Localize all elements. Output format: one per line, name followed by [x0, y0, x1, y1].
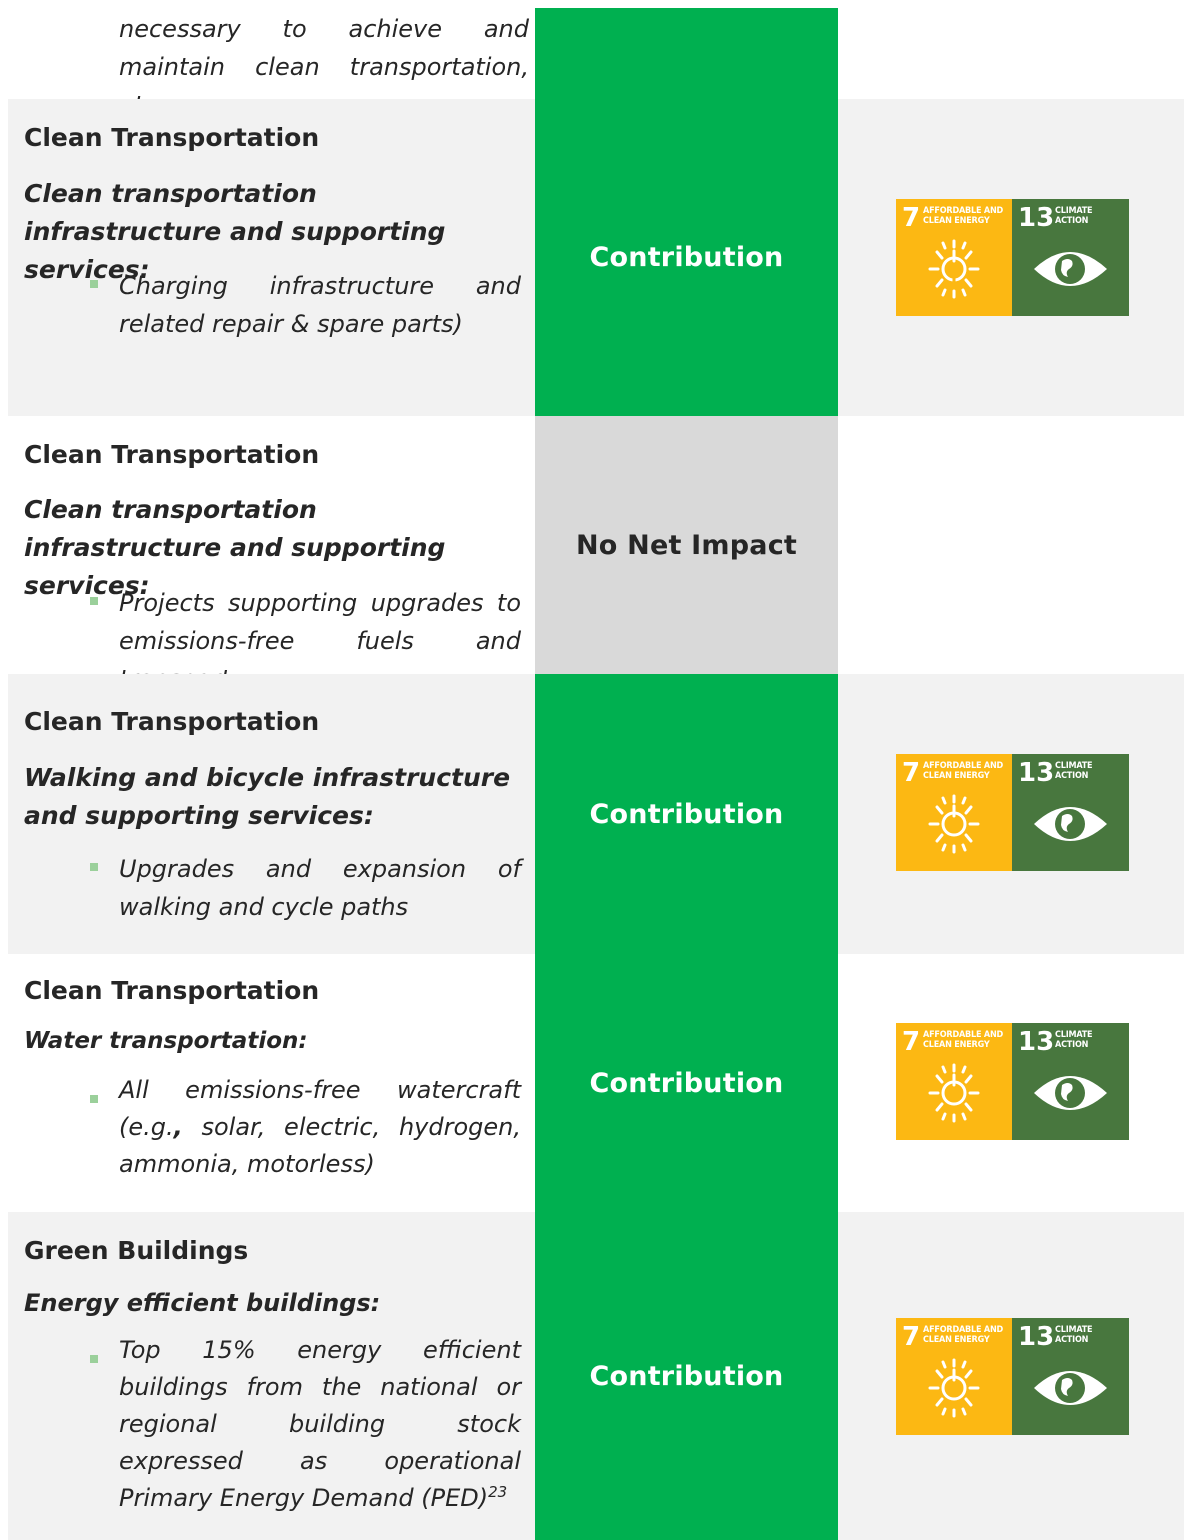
assessment-label: Contribution	[589, 242, 784, 273]
earth-eye-icon	[1034, 252, 1107, 286]
category-heading: Clean Transportation	[24, 976, 320, 1005]
assessment-label: Contribution	[589, 1360, 784, 1392]
sdg-cell: 7 AFFORDABLE AND CLEAN ENERGY 13 CLIMATE…	[838, 99, 1184, 416]
category-heading: Clean Transportation	[24, 707, 320, 736]
bullet-text: Charging infrastructure and related repa…	[119, 272, 521, 338]
bullet-text: Upgrades and expansion of walking and cy…	[119, 855, 521, 921]
table-row: Green Buildings Energy efficient buildin…	[8, 1212, 1184, 1540]
assessment-cell	[535, 8, 838, 99]
table-row: Clean Transportation Clean transportatio…	[8, 416, 1184, 693]
sdg-icons: 7 AFFORDABLE AND CLEAN ENERGY 13 CLIMATE…	[896, 1023, 1129, 1140]
earth-eye-icon	[1034, 1371, 1107, 1405]
eligible-category-cell: Clean Transportation Clean transportatio…	[8, 99, 535, 416]
subcategory-heading: Energy efficient buildings:	[24, 1289, 381, 1317]
sdg-13-tile: 13 CLIMATE ACTION	[1012, 754, 1129, 871]
sdg-icons: 7 AFFORDABLE AND CLEAN ENERGY 13 CLIMATE…	[896, 1318, 1129, 1435]
assessment-cell: No Net Impact	[535, 416, 838, 674]
sun-power-icon	[928, 239, 980, 299]
bullet-marker	[90, 597, 98, 605]
sdg-13-tile: 13 CLIMATE ACTION	[1012, 1023, 1129, 1140]
sdg-icons: 7 AFFORDABLE AND CLEAN ENERGY 13 CLIMATE…	[896, 754, 1129, 871]
eligible-category-cell: Green Buildings Energy efficient buildin…	[8, 1212, 535, 1540]
assessment-cell: Contribution	[535, 99, 838, 416]
bullet-text: Top 15% energy efficient buildings from …	[119, 1336, 521, 1512]
subcategory-heading: Water transportation:	[24, 1028, 308, 1054]
sdg-13-tile: 13 CLIMATE ACTION	[1012, 199, 1129, 316]
table-row-continuation: necessary to achieve and maintain clean …	[8, 0, 1184, 119]
sun-power-icon	[928, 1063, 980, 1123]
table-row: Clean Transportation Water transportatio…	[8, 954, 1184, 1212]
assessment-cell: Contribution	[535, 674, 838, 954]
document-page: necessary to achieve and maintain clean …	[0, 0, 1184, 1540]
sdg-cell: 7 AFFORDABLE AND CLEAN ENERGY 13 CLIMATE…	[838, 674, 1184, 954]
sdg-cell	[838, 416, 1184, 674]
sun-power-icon	[928, 794, 980, 854]
sdg-cell: 7 AFFORDABLE AND CLEAN ENERGY 13 CLIMATE…	[838, 954, 1184, 1212]
subcategory-heading: Walking and bicycle infrastructure and s…	[24, 763, 511, 830]
bullet-marker	[90, 280, 98, 288]
assessment-label: Contribution	[589, 1067, 784, 1099]
category-heading: Clean Transportation	[24, 440, 320, 469]
category-heading: Green Buildings	[24, 1236, 249, 1265]
sdg-7-tile: 7 AFFORDABLE AND CLEAN ENERGY	[896, 1023, 1012, 1140]
earth-eye-icon	[1034, 1076, 1107, 1110]
sdg-7-tile: 7 AFFORDABLE AND CLEAN ENERGY	[896, 199, 1012, 316]
sdg-cell	[838, 0, 1184, 99]
sdg-13-tile: 13 CLIMATE ACTION	[1012, 1318, 1129, 1435]
eligible-category-cell: Clean Transportation Clean transportatio…	[8, 416, 535, 693]
assessment-cell: Contribution	[535, 954, 838, 1212]
eligible-category-cell: necessary to achieve and maintain clean …	[8, 0, 535, 119]
assessment-label: Contribution	[589, 798, 784, 830]
sdg-icons: 7 AFFORDABLE AND CLEAN ENERGY 13 CLIMATE…	[896, 199, 1129, 316]
eligible-category-cell: Clean Transportation Walking and bicycle…	[8, 674, 535, 954]
sdg-7-tile: 7 AFFORDABLE AND CLEAN ENERGY	[896, 1318, 1012, 1435]
assessment-label: No Net Impact	[576, 529, 797, 561]
bullet-marker	[90, 1355, 98, 1363]
bullet-marker	[90, 863, 98, 871]
sdg-cell: 7 AFFORDABLE AND CLEAN ENERGY 13 CLIMATE…	[838, 1212, 1184, 1540]
assessment-cell: Contribution	[535, 1212, 838, 1540]
sdg-7-tile: 7 AFFORDABLE AND CLEAN ENERGY	[896, 754, 1012, 871]
eligible-category-cell: Clean Transportation Water transportatio…	[8, 954, 535, 1212]
sun-power-icon	[928, 1358, 980, 1418]
table-row: Clean Transportation Walking and bicycle…	[8, 674, 1184, 954]
bullet-text: All emissions-free watercraft (e.g., sol…	[119, 1076, 521, 1178]
earth-eye-icon	[1034, 807, 1107, 841]
bullet-marker	[90, 1095, 98, 1103]
table-row: Clean Transportation Clean transportatio…	[8, 99, 1184, 416]
category-heading: Clean Transportation	[24, 123, 320, 152]
